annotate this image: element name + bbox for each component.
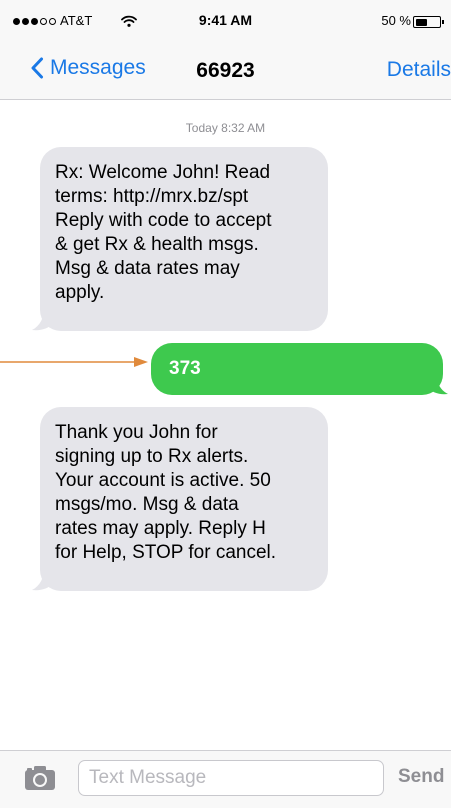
message-line: for Help, STOP for cancel. — [55, 542, 277, 563]
battery-icon — [413, 16, 444, 28]
nav-bar: Messages 66923 Details — [0, 42, 451, 100]
message-bubble-received[interactable]: Rx: Welcome John! Read terms: http://mrx… — [40, 147, 328, 331]
status-bar: AT&T 9:41 AM 50 % — [0, 0, 451, 42]
battery-fill — [415, 18, 427, 26]
camera-icon[interactable] — [24, 765, 56, 791]
message-line: & get Rx & health msgs. — [55, 234, 259, 255]
battery-percent: 50 % — [381, 13, 411, 28]
message-line: Your account is active. 50 — [55, 470, 271, 491]
message-line: Msg & data rates may — [55, 258, 240, 279]
conversation-title: 66923 — [196, 59, 255, 82]
message-line: apply. — [55, 282, 105, 303]
message-line: msgs/mo. Msg & data — [55, 494, 239, 515]
message-line: Reply with code to accept — [55, 210, 272, 231]
send-button[interactable]: Send — [398, 766, 444, 788]
message-line: Thank you John for — [55, 422, 218, 443]
message-line: Rx: Welcome John! Read — [55, 162, 271, 183]
message-line: signing up to Rx alerts. — [55, 446, 249, 467]
message-bubble-received[interactable]: Thank you John for signing up to Rx aler… — [40, 407, 328, 591]
message-input[interactable] — [78, 760, 384, 796]
details-button[interactable]: Details — [387, 58, 451, 82]
message-bubble-sent[interactable]: 373 — [151, 343, 443, 395]
message-text: 373 — [169, 358, 201, 379]
message-line: terms: http://mrx.bz/spt — [55, 186, 249, 207]
message-timestamp: Today 8:32 AM — [185, 121, 266, 135]
battery-nub — [442, 20, 444, 24]
message-line: rates may apply. Reply H — [55, 518, 266, 539]
arrow-icon — [0, 357, 148, 367]
